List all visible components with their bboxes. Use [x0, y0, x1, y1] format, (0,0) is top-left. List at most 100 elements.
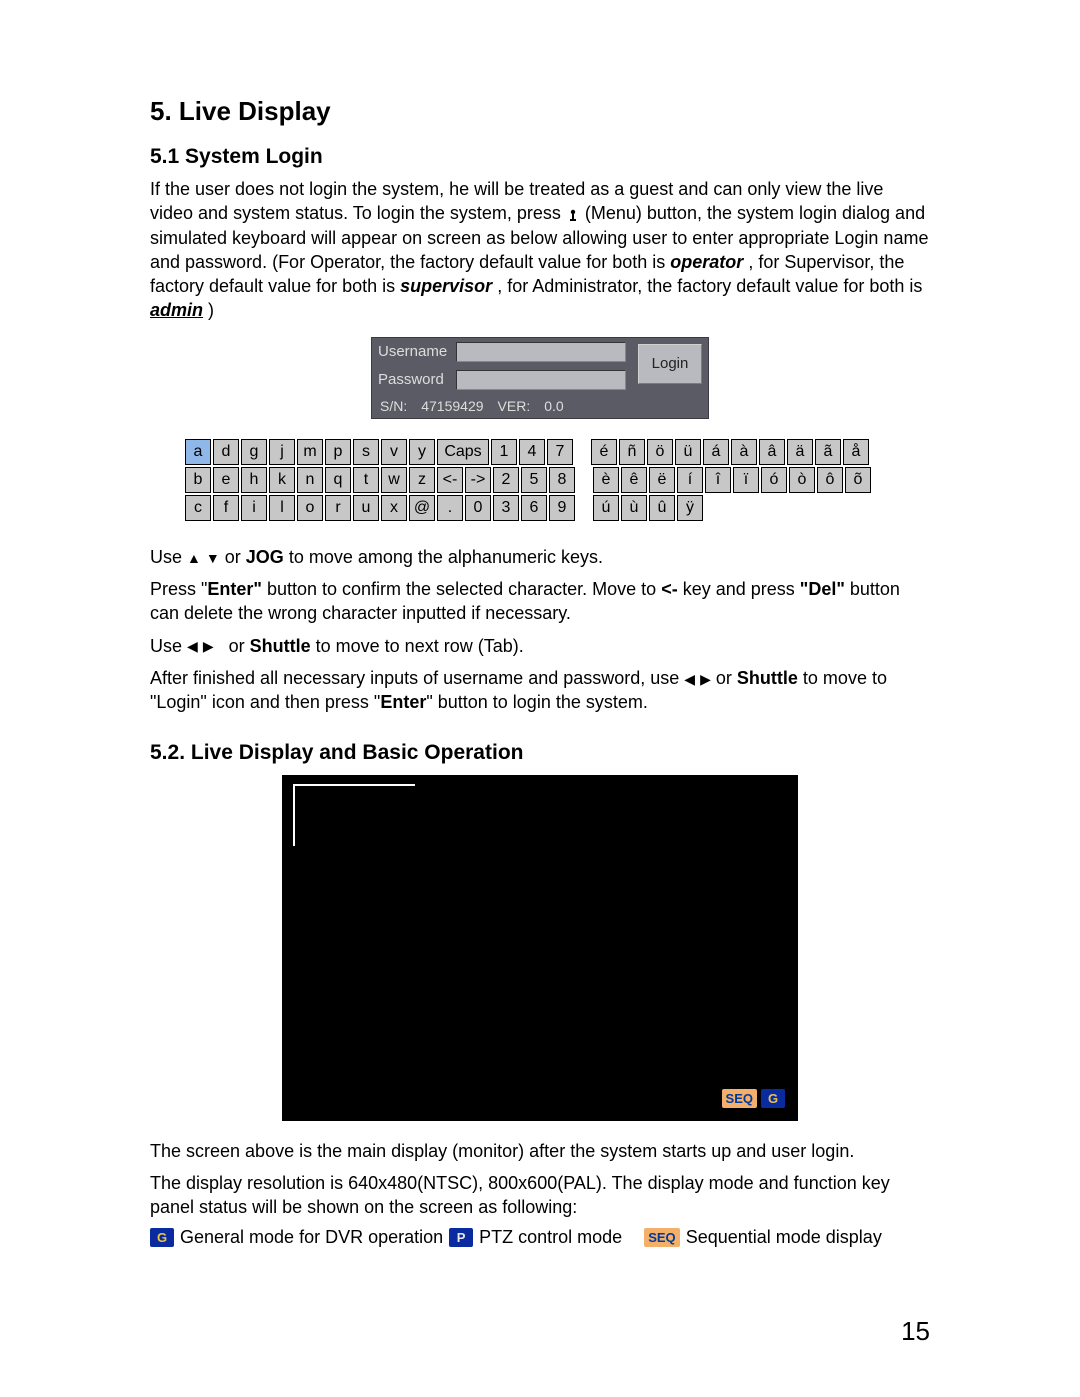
keyboard-row-2: b e h k n q t w z <- -> 2 5 8 è ê ë í î …	[185, 467, 895, 493]
text-supervisor: supervisor	[400, 276, 492, 296]
instruction-login: After finished all necessary inputs of u…	[150, 666, 930, 715]
login-dialog: Username Password Login S/N: 47159429 VE…	[371, 337, 709, 419]
key[interactable]: õ	[845, 467, 871, 493]
key[interactable]: ù	[621, 495, 647, 521]
key[interactable]: u	[353, 495, 379, 521]
page-number: 15	[901, 1316, 930, 1347]
key-forward[interactable]: ->	[465, 467, 491, 493]
key[interactable]: í	[677, 467, 703, 493]
left-arrow-icon: ◀	[684, 670, 695, 689]
key[interactable]: l	[269, 495, 295, 521]
key[interactable]: p	[325, 439, 351, 465]
key-caps[interactable]: Caps	[437, 439, 489, 465]
key[interactable]: à	[731, 439, 757, 465]
key[interactable]: ê	[621, 467, 647, 493]
key[interactable]: ú	[593, 495, 619, 521]
key[interactable]: ü	[675, 439, 701, 465]
key-at[interactable]: @	[409, 495, 435, 521]
key[interactable]: å	[843, 439, 869, 465]
key[interactable]: r	[325, 495, 351, 521]
key[interactable]: h	[241, 467, 267, 493]
key-backspace[interactable]: <-	[437, 467, 463, 493]
text-shuttle: Shuttle	[737, 668, 798, 688]
text: to move among the alphanumeric keys.	[289, 547, 603, 567]
text: " button to login the system.	[426, 692, 648, 712]
key[interactable]: ÿ	[677, 495, 703, 521]
key[interactable]: ñ	[619, 439, 645, 465]
key[interactable]: â	[759, 439, 785, 465]
key[interactable]: ï	[733, 467, 759, 493]
menu-key-icon	[566, 208, 580, 222]
text: )	[208, 300, 214, 320]
key[interactable]: ã	[815, 439, 841, 465]
main-display-screenshot: SEQ G	[282, 775, 798, 1121]
key[interactable]: è	[593, 467, 619, 493]
key[interactable]: i	[241, 495, 267, 521]
key[interactable]: j	[269, 439, 295, 465]
key[interactable]: g	[241, 439, 267, 465]
heading-system-login: 5.1 System Login	[150, 145, 930, 169]
key[interactable]: m	[297, 439, 323, 465]
text-del: "Del"	[800, 579, 845, 599]
key[interactable]: s	[353, 439, 379, 465]
key[interactable]: 7	[547, 439, 573, 465]
key[interactable]: x	[381, 495, 407, 521]
text-back-key: <-	[661, 579, 678, 599]
key[interactable]: c	[185, 495, 211, 521]
key[interactable]: f	[213, 495, 239, 521]
key[interactable]: q	[325, 467, 351, 493]
key[interactable]: ò	[789, 467, 815, 493]
key-dot[interactable]: .	[437, 495, 463, 521]
key[interactable]: 5	[521, 467, 547, 493]
key[interactable]: b	[185, 467, 211, 493]
key[interactable]: á	[703, 439, 729, 465]
text: button to confirm the selected character…	[267, 579, 661, 599]
key[interactable]: d	[213, 439, 239, 465]
key[interactable]: î	[705, 467, 731, 493]
right-arrow-icon: ▶	[203, 637, 214, 656]
key[interactable]: e	[213, 467, 239, 493]
g-badge-icon: G	[150, 1228, 174, 1247]
ver-label: VER:	[498, 398, 531, 414]
instruction-enter: Press "Enter" button to confirm the sele…	[150, 577, 930, 626]
key[interactable]: ö	[647, 439, 673, 465]
key[interactable]: 3	[493, 495, 519, 521]
legend-p-text: PTZ control mode	[479, 1227, 622, 1248]
key[interactable]: 6	[521, 495, 547, 521]
ver-value: 0.0	[544, 398, 563, 414]
key[interactable]: 2	[493, 467, 519, 493]
key[interactable]: n	[297, 467, 323, 493]
key-a[interactable]: a	[185, 439, 211, 465]
key[interactable]: v	[381, 439, 407, 465]
username-input[interactable]	[456, 342, 626, 362]
key[interactable]: ó	[761, 467, 787, 493]
login-button[interactable]: Login	[638, 344, 702, 384]
text-enter: Enter"	[207, 579, 262, 599]
password-input[interactable]	[456, 370, 626, 390]
key[interactable]: w	[381, 467, 407, 493]
key[interactable]: z	[409, 467, 435, 493]
key[interactable]: 9	[549, 495, 575, 521]
heading-live-display-basic: 5.2. Live Display and Basic Operation	[150, 741, 930, 765]
sn-value: 47159429	[421, 398, 483, 414]
key[interactable]: k	[269, 467, 295, 493]
username-label: Username	[378, 343, 456, 360]
text: After finished all necessary inputs of u…	[150, 668, 684, 688]
key[interactable]: y	[409, 439, 435, 465]
key[interactable]: t	[353, 467, 379, 493]
key[interactable]: 8	[549, 467, 575, 493]
key[interactable]: o	[297, 495, 323, 521]
key[interactable]: û	[649, 495, 675, 521]
text-operator: operator	[670, 252, 743, 272]
key[interactable]: 1	[491, 439, 517, 465]
paragraph-display-1: The screen above is the main display (mo…	[150, 1139, 930, 1163]
key[interactable]: é	[591, 439, 617, 465]
key[interactable]: ô	[817, 467, 843, 493]
key[interactable]: ä	[787, 439, 813, 465]
display-frame-icon	[293, 784, 415, 846]
left-arrow-icon: ◀	[187, 637, 198, 656]
key[interactable]: ë	[649, 467, 675, 493]
legend-g-text: General mode for DVR operation	[180, 1227, 443, 1248]
key[interactable]: 0	[465, 495, 491, 521]
key[interactable]: 4	[519, 439, 545, 465]
